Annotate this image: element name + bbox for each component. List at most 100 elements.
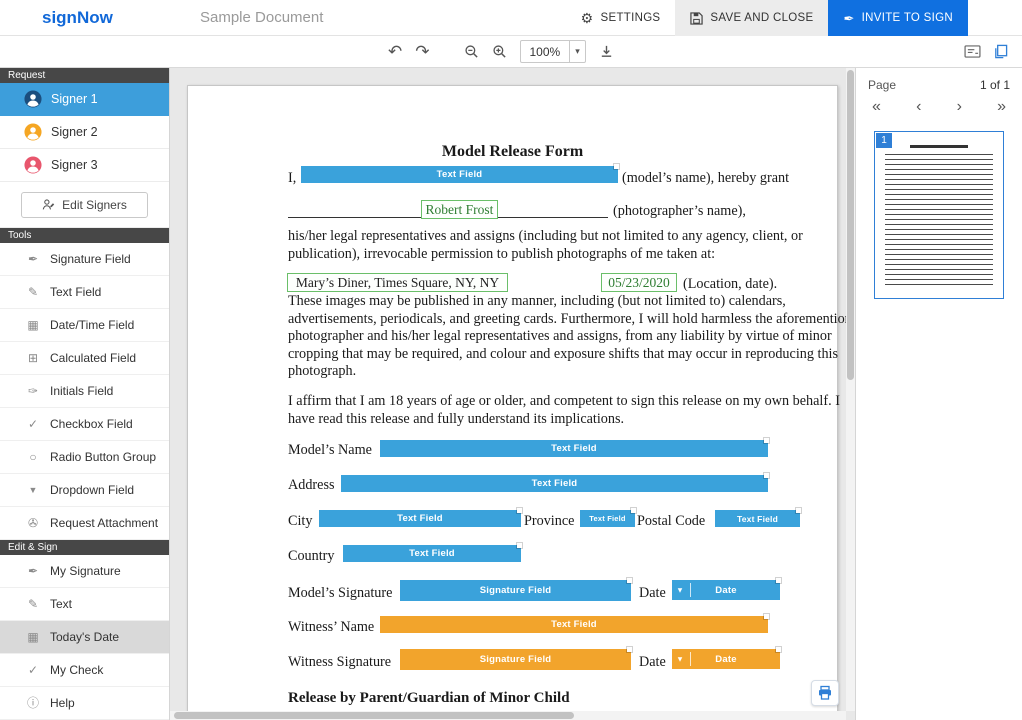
row-label: Date bbox=[639, 585, 666, 602]
filled-field-photographer[interactable]: Robert Frost bbox=[421, 200, 498, 219]
sidebar-item-signer-3[interactable]: Signer 3 bbox=[0, 149, 169, 182]
tool-label: My Check bbox=[50, 663, 103, 677]
printer-icon bbox=[817, 685, 833, 701]
settings-button[interactable]: ⚙ SETTINGS bbox=[566, 0, 676, 36]
row-label: Date bbox=[639, 654, 666, 671]
vertical-scrollbar-thumb[interactable] bbox=[847, 70, 854, 380]
download-button[interactable] bbox=[599, 44, 614, 59]
next-page-button[interactable]: › bbox=[957, 99, 962, 115]
resize-handle[interactable] bbox=[764, 614, 769, 619]
tool-checkbox-field[interactable]: ✓ Checkbox Field bbox=[0, 408, 169, 441]
document-preview-button[interactable] bbox=[964, 45, 981, 58]
intro-suffix: (model’s name), hereby grant bbox=[622, 170, 789, 187]
print-button[interactable] bbox=[811, 680, 839, 706]
tool-calculated-field[interactable]: ⊞ Calculated Field bbox=[0, 342, 169, 375]
page-count: 1 of 1 bbox=[980, 78, 1010, 92]
tool-text-field[interactable]: ✎ Text Field bbox=[0, 276, 169, 309]
signer-3-avatar bbox=[24, 156, 42, 174]
resize-handle[interactable] bbox=[796, 508, 801, 513]
text-field-postal-code[interactable]: Text Field bbox=[715, 510, 800, 527]
tool-request-attachment[interactable]: ✇ Request Attachment bbox=[0, 507, 169, 540]
tool-my-check[interactable]: ✓ My Check bbox=[0, 654, 169, 687]
field-label: Text Field bbox=[397, 513, 443, 524]
zoom-level-select[interactable]: 100% ▾ bbox=[520, 40, 586, 63]
tool-my-signature[interactable]: ✒ My Signature bbox=[0, 555, 169, 588]
resize-handle[interactable] bbox=[776, 647, 781, 652]
tool-label: Text bbox=[50, 597, 72, 611]
text-field-city[interactable]: Text Field bbox=[319, 510, 521, 527]
resize-handle[interactable] bbox=[517, 543, 522, 548]
save-and-close-button[interactable]: SAVE AND CLOSE bbox=[675, 0, 828, 36]
field-label: Signature Field bbox=[480, 654, 552, 665]
horizontal-scrollbar[interactable] bbox=[170, 711, 846, 720]
signer-1-avatar bbox=[24, 90, 42, 108]
resize-handle[interactable] bbox=[764, 473, 769, 478]
text-field-models-name[interactable]: Text Field bbox=[380, 440, 768, 457]
page-thumbnail-1[interactable]: 1 bbox=[874, 131, 1004, 299]
text-field-province[interactable]: Text Field bbox=[580, 510, 635, 527]
resize-handle[interactable] bbox=[614, 164, 619, 169]
tool-initials-field[interactable]: ✑ Initials Field bbox=[0, 375, 169, 408]
first-page-button[interactable]: « bbox=[872, 99, 881, 115]
pages-panel-toggle-button[interactable] bbox=[993, 44, 1008, 59]
gear-icon: ⚙ bbox=[581, 11, 594, 25]
tool-label: Radio Button Group bbox=[50, 450, 156, 464]
text-field-address[interactable]: Text Field bbox=[341, 475, 768, 492]
edit-signers-label: Edit Signers bbox=[62, 198, 127, 212]
initials-field-icon: ✑ bbox=[26, 385, 40, 397]
tool-radio-button-group[interactable]: ○ Radio Button Group bbox=[0, 441, 169, 474]
document-page: Model Release Form I, Text Field (model’… bbox=[187, 85, 838, 720]
redo-button[interactable]: ↷ bbox=[415, 43, 429, 60]
dropdown-field-icon: ▼ bbox=[26, 486, 40, 495]
resize-handle[interactable] bbox=[776, 578, 781, 583]
tool-todays-date[interactable]: ▦ Today's Date bbox=[0, 621, 169, 654]
last-page-button[interactable]: » bbox=[997, 99, 1006, 115]
chevron-down-icon: ▾ bbox=[678, 586, 682, 595]
zoom-in-button[interactable] bbox=[492, 44, 507, 59]
resize-handle[interactable] bbox=[627, 578, 632, 583]
previous-page-button[interactable]: ‹ bbox=[916, 99, 921, 115]
text-field-country[interactable]: Text Field bbox=[343, 545, 521, 562]
signature-field-model[interactable]: Signature Field bbox=[400, 580, 631, 601]
tool-signature-field[interactable]: ✒ Signature Field bbox=[0, 243, 169, 276]
resize-handle[interactable] bbox=[517, 508, 522, 513]
resize-handle[interactable] bbox=[627, 647, 632, 652]
text-field-models-name-intro[interactable]: Text Field bbox=[301, 166, 618, 183]
my-signature-icon: ✒ bbox=[26, 565, 40, 577]
resize-handle[interactable] bbox=[764, 438, 769, 443]
tool-label: Request Attachment bbox=[50, 516, 158, 530]
text-field-witness-name[interactable]: Text Field bbox=[380, 616, 768, 633]
filled-field-date[interactable]: 05/23/2020 bbox=[601, 273, 677, 292]
sidebar-item-signer-1[interactable]: Signer 1 bbox=[0, 83, 169, 116]
signature-field-witness[interactable]: Signature Field bbox=[400, 649, 631, 670]
row-label: Country bbox=[288, 548, 335, 565]
date-field-witness[interactable]: ▾ Date bbox=[672, 649, 780, 669]
chevron-down-icon: ▾ bbox=[569, 41, 585, 62]
filled-field-location[interactable]: Mary’s Diner, Times Square, NY, NY bbox=[287, 273, 508, 292]
horizontal-scrollbar-thumb[interactable] bbox=[174, 712, 574, 719]
vertical-scrollbar[interactable] bbox=[846, 68, 855, 711]
signnow-editor: signNow Sample Document ⚙ SETTINGS SAVE … bbox=[0, 0, 1022, 720]
tool-date-time-field[interactable]: ▦ Date/Time Field bbox=[0, 309, 169, 342]
paragraph-3: I affirm that I am 18 years of age or ol… bbox=[288, 393, 855, 428]
zoom-out-button[interactable] bbox=[464, 44, 479, 59]
field-label: Text Field bbox=[437, 169, 483, 180]
tool-dropdown-field[interactable]: ▼ Dropdown Field bbox=[0, 474, 169, 507]
settings-label: SETTINGS bbox=[601, 12, 661, 24]
invite-to-sign-button[interactable]: ✒ INVITE TO SIGN bbox=[828, 0, 968, 36]
sidebar-item-signer-2[interactable]: Signer 2 bbox=[0, 116, 169, 149]
undo-button[interactable]: ↶ bbox=[388, 43, 402, 60]
edit-signers-button[interactable]: Edit Signers bbox=[21, 192, 148, 218]
tool-label: Text Field bbox=[50, 285, 101, 299]
my-check-icon: ✓ bbox=[26, 664, 40, 676]
date-field-model[interactable]: ▾ Date bbox=[672, 580, 780, 600]
document-canvas: Model Release Form I, Text Field (model’… bbox=[170, 68, 855, 720]
thumbnail-title-line bbox=[910, 145, 968, 148]
paragraph-2: These images may be published in any man… bbox=[288, 293, 855, 381]
tool-help[interactable]: ⓘ Help bbox=[0, 687, 169, 720]
zoom-out-icon bbox=[464, 44, 479, 59]
resize-handle[interactable] bbox=[631, 508, 636, 513]
signnow-logo[interactable]: signNow bbox=[42, 8, 113, 28]
edit-signers-icon bbox=[42, 198, 55, 211]
tool-text[interactable]: ✎ Text bbox=[0, 588, 169, 621]
